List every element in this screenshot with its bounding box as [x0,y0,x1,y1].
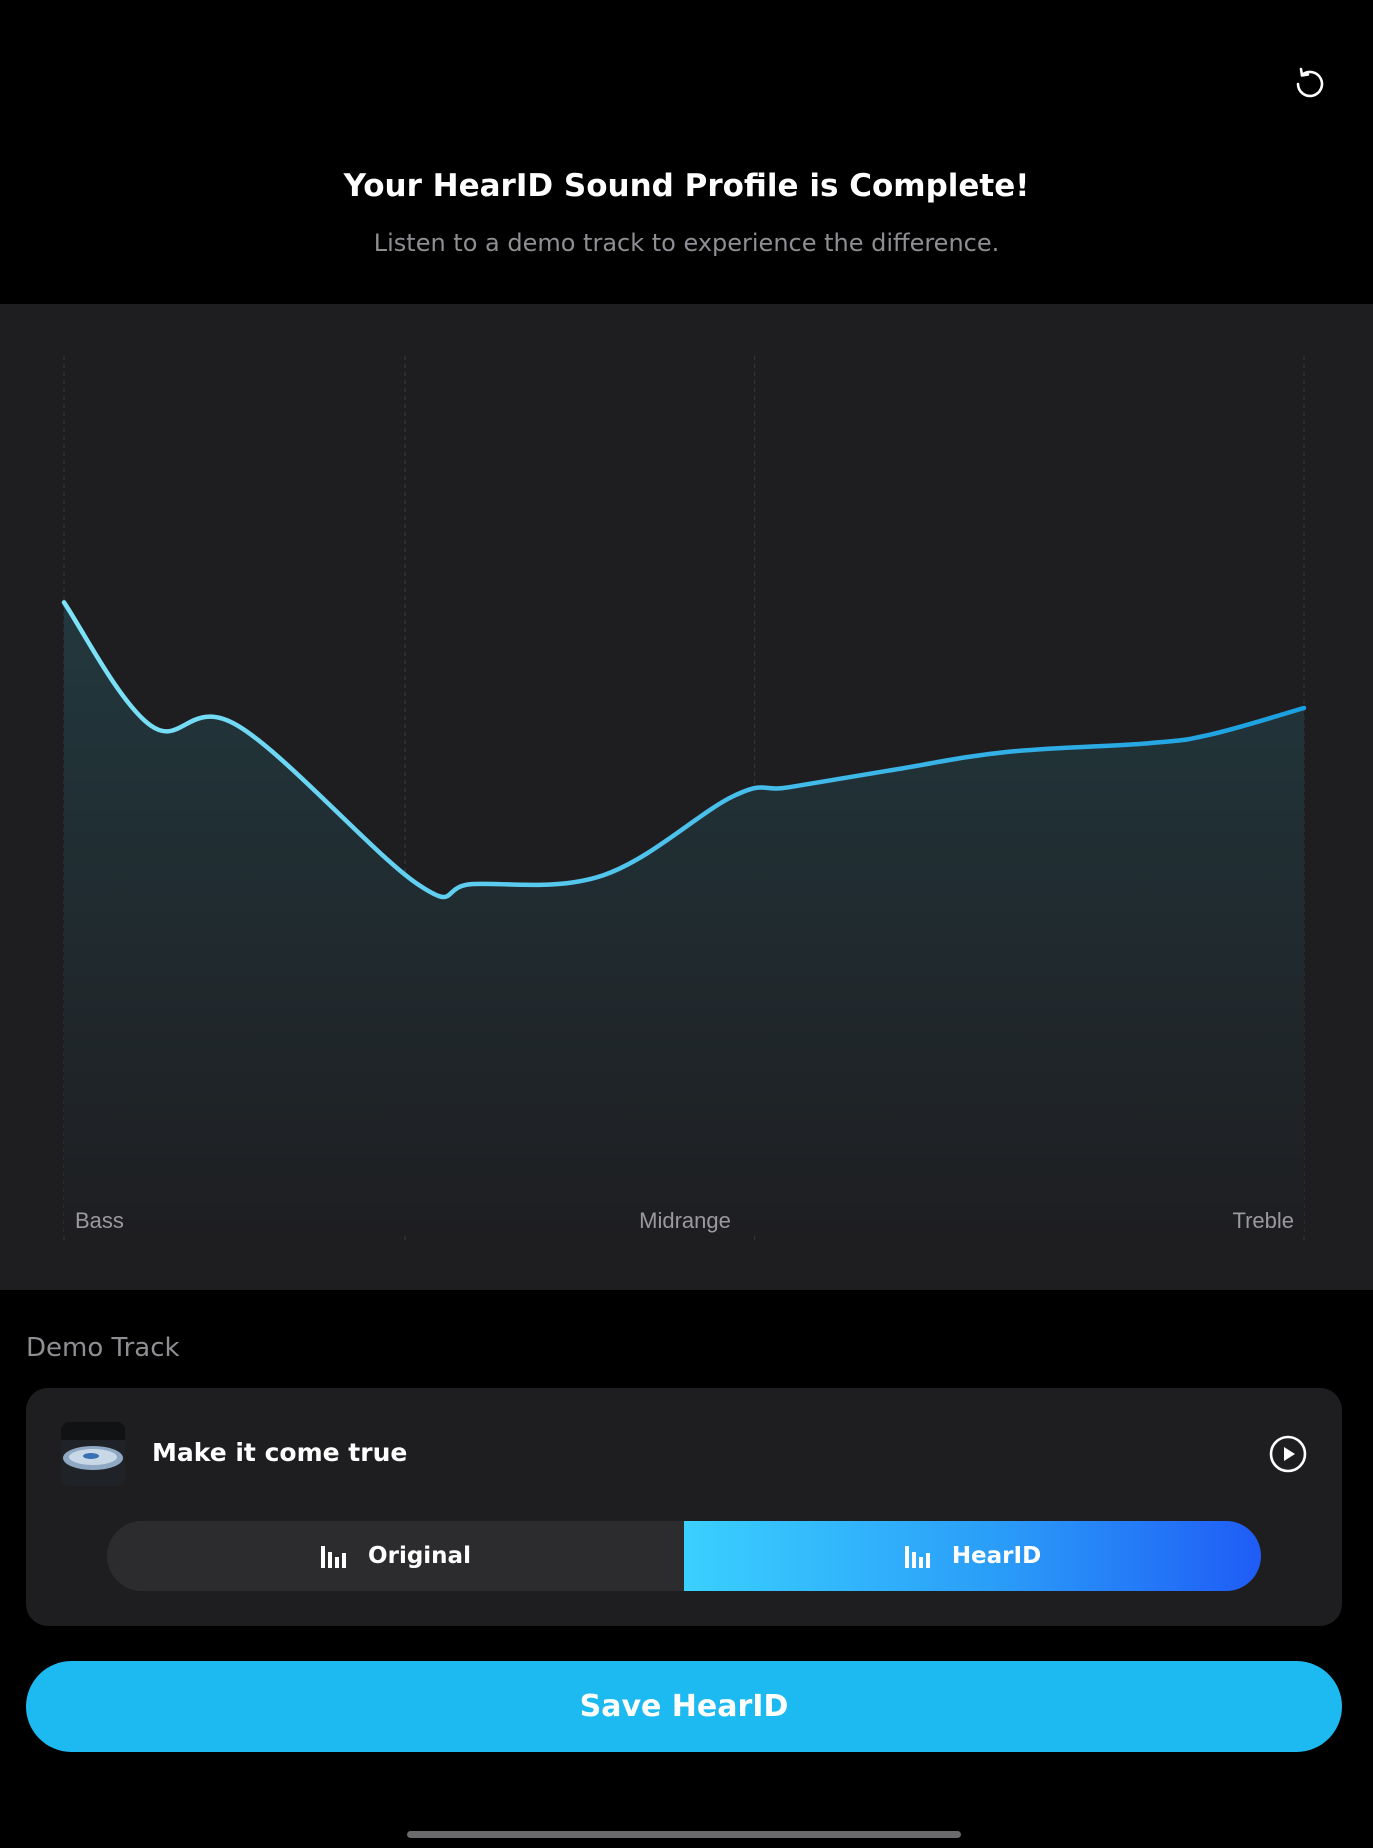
reset-icon [1296,67,1324,98]
home-indicator [407,1831,961,1838]
track-name: Make it come true [152,1438,408,1467]
x-label-bass: Bass [75,1208,124,1233]
header: Your HearID Sound Profile is Complete! L… [0,0,1373,304]
play-icon [1269,1435,1307,1473]
hearid-label: HearID [951,1543,1042,1569]
hearid-option[interactable]: HearID [684,1521,1261,1591]
sound-mode-toggle: Original HearID [107,1521,1261,1591]
x-label-midrange: Midrange [639,1208,731,1233]
album-art [61,1422,125,1486]
original-option[interactable]: Original [107,1521,684,1591]
album-art-image [61,1422,125,1486]
demo-track-card: Make it come true Original HearID [26,1388,1342,1626]
save-hearid-button[interactable]: Save HearID [26,1661,1342,1752]
eq-curve-fill [64,602,1304,1236]
equalizer-icon [321,1546,347,1568]
equalizer-icon [904,1546,930,1568]
sound-profile-chart: Bass Midrange Treble [0,304,1373,1290]
play-button[interactable] [1266,1432,1310,1476]
sound-profile-svg: Bass Midrange Treble [61,356,1307,1240]
reset-button[interactable] [1288,62,1332,106]
page-subtitle: Listen to a demo track to experience the… [373,229,1000,257]
page-title: Your HearID Sound Profile is Complete! [343,168,1030,204]
x-label-treble: Treble [1232,1208,1294,1233]
demo-track-heading: Demo Track [26,1333,180,1363]
original-label: Original [368,1543,471,1569]
